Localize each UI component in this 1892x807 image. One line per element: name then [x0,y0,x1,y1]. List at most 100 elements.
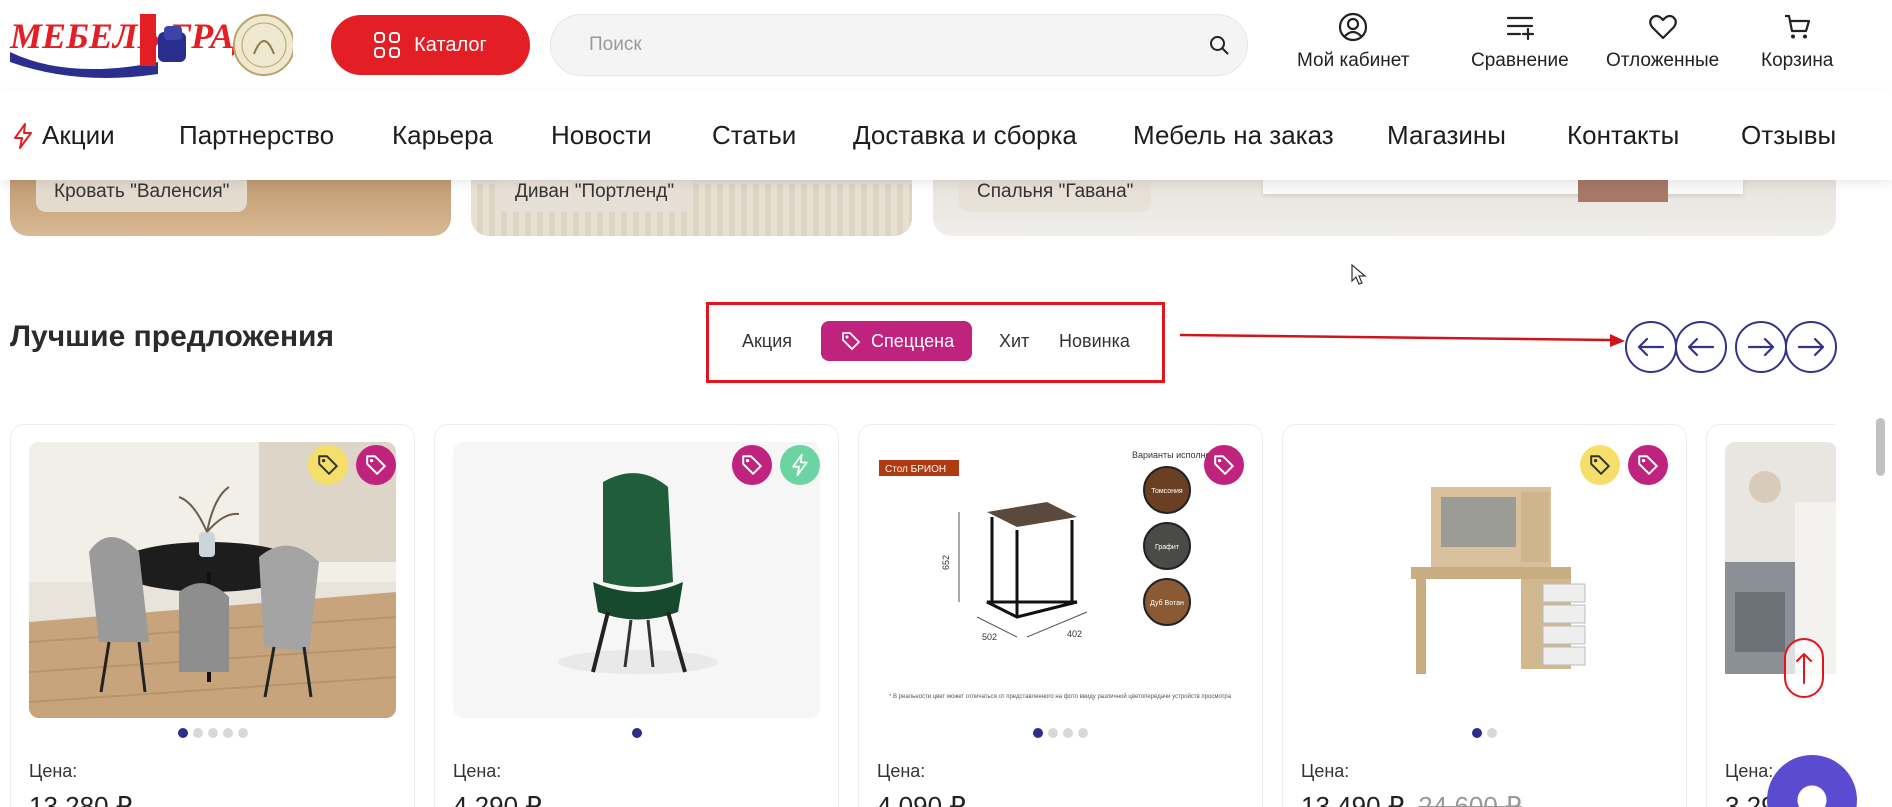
dimension-label: 652 [941,555,951,570]
user-icon [1339,12,1368,42]
compare-label: Сравнение [1471,50,1569,71]
price-tag-icon [742,455,762,475]
nav-item-delivery[interactable]: Доставка и сборка [853,120,1077,151]
price-tag-icon [1638,455,1658,475]
product-card[interactable]: Цена: 4 290 ₽ [434,424,839,807]
catalog-button[interactable]: Каталог [331,15,530,75]
product-badges [1204,445,1244,485]
price-label: Цена: [453,761,502,781]
price-label: Цена: [29,761,78,781]
tab-hit[interactable]: Хит [999,321,1029,361]
price-tag-icon [366,455,386,475]
product-price: 13 280 ₽ [29,791,133,807]
section-title: Лучшие предложения [10,320,335,353]
price-tag-icon [1214,455,1234,475]
sale-badge [308,445,348,485]
favorites-link[interactable]: Отложенные [1606,12,1719,80]
catalog-label: Каталог [414,33,487,56]
cabinet-link[interactable]: Мой кабинет [1297,12,1409,80]
kids-room-image [1725,442,1836,674]
special-price-badge [1628,445,1668,485]
nav-item-career[interactable]: Карьера [392,120,493,151]
product-image[interactable]: Стол БРИОН Варианты исполнения 652 502 4… [877,442,1244,718]
cart-icon [1785,14,1811,39]
nav-item-partnership[interactable]: Партнерство [179,120,334,151]
scroll-to-top-button[interactable] [1784,638,1824,698]
product-badges [732,445,820,485]
old-price: 24 600 ₽ [1418,791,1522,807]
compare-icon [1506,16,1534,41]
nav-item-custom[interactable]: Мебель на заказ [1133,120,1334,151]
tab-sale[interactable]: Акция [742,321,792,361]
product-badges [1580,445,1668,485]
tab-new[interactable]: Новинка [1059,321,1130,361]
nav-item-reviews[interactable]: Отзывы [1741,120,1836,151]
image-pagination [1283,728,1686,738]
lightning-icon [792,453,808,477]
dimension-label: 502 [982,632,997,642]
special-price-badge [732,445,772,485]
favorites-label: Отложенные [1606,50,1720,71]
nav-item-articles[interactable]: Статьи [712,120,796,151]
search-input[interactable] [589,15,1189,75]
price-tag-icon [842,332,860,350]
dimension-label: 402 [1067,629,1082,639]
desk-label: Стол БРИОН [885,464,946,475]
site-header: МЕБЕЛЬ ГРАД Каталог Мой кабинет [0,0,1892,90]
arrow-right-icon [1747,337,1775,357]
search-icon[interactable] [1209,35,1229,55]
variant-label: Графит [1155,544,1180,551]
image-pagination [435,728,838,738]
nav-item-news[interactable]: Новости [551,120,652,151]
product-card[interactable]: Стол БРИОН Варианты исполнения 652 502 4… [858,424,1263,807]
arrow-right-icon [1797,337,1825,357]
price-tag-icon [1590,455,1610,475]
product-price: 13 490 ₽ 24 600 ₽ [1301,791,1522,807]
product-card[interactable]: Цена: 13 280 ₽ [10,424,415,807]
logo-text: МЕБЕЛЬ ГРАД [9,16,261,56]
logo-graphic: МЕБЕЛЬ ГРАД [9,14,295,78]
product-price: 4 090 ₽ [877,791,966,807]
price-tag-icon [318,455,338,475]
special-price-badge [356,445,396,485]
nav-item-stores[interactable]: Магазины [1387,120,1506,151]
search-bar [550,14,1248,76]
heart-icon [1648,14,1677,40]
site-logo[interactable]: МЕБЕЛЬ ГРАД [8,10,295,80]
price-label: Цена: [877,761,926,781]
offer-tabs: Акция Спеццена Хит Новинка [706,302,1165,383]
slider-prev-button[interactable] [1675,321,1727,373]
grid-icon [374,32,401,58]
slider-first-button[interactable] [1625,321,1677,373]
hit-badge [780,445,820,485]
image-pagination [859,728,1262,738]
special-price-badge [1204,445,1244,485]
tab-special-price[interactable]: Спеццена [821,321,973,361]
arrow-up-icon [1796,653,1812,684]
cart-link[interactable]: Корзина [1761,12,1833,80]
arrow-left-icon [1687,337,1715,357]
variant-label: Томсония [1151,488,1183,495]
cabinet-label: Мой кабинет [1297,50,1410,71]
product-badges [308,445,396,485]
page-scrollbar[interactable] [1876,418,1885,476]
desk-note: * В реальности цвет может отличаться от … [889,693,1232,700]
mouse-cursor-icon [1351,264,1367,285]
sale-badge [1580,445,1620,485]
product-card[interactable]: Цена: 13 490 ₽ 24 600 ₽ [1282,424,1687,807]
product-card[interactable]: Цена: 3 290 ₽ [1706,424,1836,807]
cart-label: Корзина [1761,50,1834,71]
main-nav: Акции Партнерство Карьера Новости Статьи… [0,90,1892,180]
lightning-icon [14,122,32,149]
nav-item-promo[interactable]: Акции [12,120,115,151]
price-label: Цена: [1725,761,1774,781]
price-label: Цена: [1301,761,1350,781]
nav-item-contacts[interactable]: Контакты [1567,120,1679,151]
annotation-arrow [1180,333,1625,347]
slider-next-button[interactable] [1735,321,1787,373]
slider-last-button[interactable] [1785,321,1837,373]
side-table-image: Стол БРИОН Варианты исполнения 652 502 4… [877,442,1244,718]
product-price: 4 290 ₽ [453,791,542,807]
compare-link[interactable]: Сравнение [1471,12,1569,80]
arrow-left-icon [1637,337,1665,357]
